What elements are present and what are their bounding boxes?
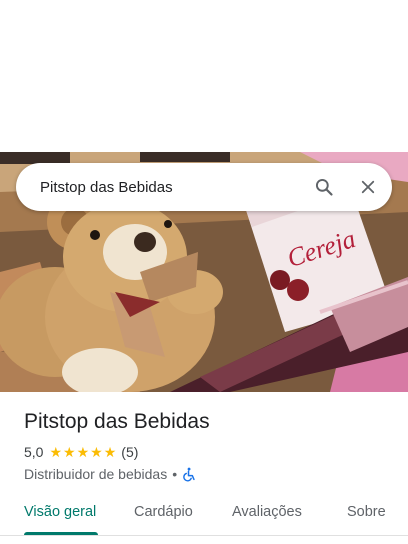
- star-rating: ★ ★ ★ ★ ★: [49, 445, 117, 459]
- tab-menu[interactable]: Cardápio: [134, 504, 193, 520]
- place-tabs: Visão geral Cardápio Avaliações Sobre: [0, 494, 408, 538]
- tab-overview[interactable]: Visão geral: [24, 504, 96, 520]
- search-bar[interactable]: Pitstop das Bebidas: [16, 163, 392, 211]
- wheelchair-icon: [182, 467, 195, 482]
- place-category[interactable]: Distribuidor de bebidas: [24, 466, 167, 482]
- reviews-count[interactable]: (5): [121, 444, 138, 460]
- search-input[interactable]: Pitstop das Bebidas: [40, 179, 304, 196]
- rating-row[interactable]: 5,0 ★ ★ ★ ★ ★ (5): [24, 444, 138, 460]
- star-icon: ★: [90, 444, 103, 460]
- tabs-divider: [0, 535, 408, 536]
- clear-button[interactable]: [348, 167, 388, 207]
- separator: •: [172, 466, 178, 482]
- star-icon: ★: [49, 444, 63, 460]
- star-icon: ★: [76, 444, 90, 460]
- search-icon: [315, 178, 333, 196]
- tab-reviews[interactable]: Avaliações: [232, 504, 302, 520]
- star-icon: ★: [63, 444, 76, 460]
- star-icon: ★: [103, 444, 117, 460]
- close-icon: [361, 180, 375, 194]
- rating-value: 5,0: [24, 444, 44, 460]
- top-blank-area: [0, 0, 408, 152]
- search-button[interactable]: [304, 167, 344, 207]
- category-row: Distribuidor de bebidas •: [24, 466, 195, 482]
- tab-about[interactable]: Sobre: [347, 504, 386, 520]
- place-name: Pitstop das Bebidas: [24, 410, 210, 433]
